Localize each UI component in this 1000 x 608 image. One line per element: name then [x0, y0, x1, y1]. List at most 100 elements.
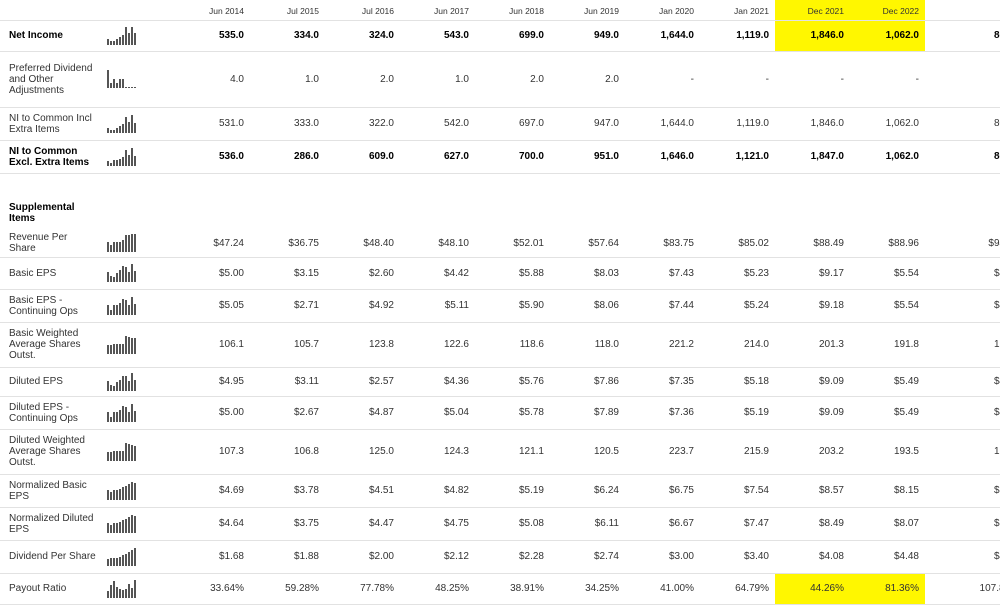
- sparkline-cell: [100, 474, 175, 508]
- value-cell: 535.0: [175, 20, 250, 52]
- value-cell: 1,846.0: [775, 107, 850, 141]
- value-cell: $2.71: [250, 289, 325, 323]
- value-cell: 41.00%: [625, 573, 700, 605]
- sparkline-bar: [134, 155, 136, 166]
- sparkline-cell: [100, 429, 175, 475]
- value-cell: 201.3: [775, 322, 850, 368]
- sparkline-bar: [128, 443, 130, 461]
- sparkline-bar: [128, 154, 130, 166]
- sparkline-bar: [122, 450, 124, 461]
- value-cell: $85.02: [700, 230, 775, 258]
- value-cell: 324.0: [325, 20, 400, 52]
- period-header: Jun 2019: [550, 0, 625, 21]
- sparkline-bar: [125, 588, 127, 598]
- value-cell: 1.0: [250, 51, 325, 108]
- sparkline-bar: [134, 32, 136, 45]
- sparkline-bar: [122, 554, 124, 566]
- value-cell: $3.11: [250, 367, 325, 397]
- sparkline-bar: [116, 242, 118, 253]
- sparkline-bar: [107, 127, 109, 133]
- sparkline-bar: [134, 303, 136, 315]
- value-cell: $3.40: [700, 540, 775, 574]
- value-cell: 124.3: [400, 429, 475, 475]
- table-row: Diluted EPS $4.95 $3.11 $2.57 $4.36 $5.76 $7.8…: [0, 367, 1000, 397]
- sparkline-bar: [128, 121, 130, 133]
- row-label: Basic Weighted Average Shares Outst.: [0, 322, 100, 368]
- value-cell: $5.18: [700, 367, 775, 397]
- sparkline-bar: [122, 34, 124, 45]
- row-label: Preferred Dividend and Other Adjustments: [0, 51, 100, 108]
- value-cell: $57.64: [550, 230, 625, 258]
- sparkline-bar: [107, 70, 109, 88]
- value-cell: $4.21: [925, 289, 1000, 323]
- period-header: Jun 2018: [475, 0, 550, 21]
- value-cell: $2.60: [325, 257, 400, 290]
- value-cell: 190.4: [925, 322, 1000, 368]
- section-heading: Supplemental Items: [9, 202, 75, 224]
- sparkline-bar: [134, 122, 136, 133]
- value-cell: 1,119.0: [700, 20, 775, 52]
- sparkline-bar: [110, 557, 112, 566]
- value-cell: $2.67: [250, 396, 325, 430]
- sparkline-bar: [116, 343, 118, 354]
- value-cell: $5.00: [175, 257, 250, 290]
- sparkline-bar: [131, 549, 133, 566]
- table-row: Preferred Dividend and Other Adjustments…: [0, 51, 1000, 108]
- header-row: Jun 2014 Jul 2015 Jul 2016 Jun 2017 Jun 2018…: [0, 0, 1000, 21]
- value-cell: 48.25%: [400, 573, 475, 605]
- sparkline-cell: [100, 140, 175, 174]
- sparkline-bar: [113, 304, 115, 315]
- value-cell: $2.00: [325, 540, 400, 574]
- sparkline-bar: [131, 403, 133, 422]
- sparkline-cell: [100, 230, 175, 258]
- sparkline-cell: [100, 289, 175, 323]
- period-header: Dec 2022: [850, 0, 925, 21]
- sparkline-bar: [107, 272, 109, 282]
- sparkline-bar: [119, 158, 121, 166]
- value-cell: $8.06: [550, 289, 625, 323]
- sparkline: [107, 264, 175, 282]
- value-cell: $48.40: [325, 230, 400, 258]
- value-cell: 33.64%: [175, 573, 250, 605]
- value-cell: $8.03: [550, 257, 625, 290]
- value-cell: $5.00: [175, 396, 250, 430]
- sparkline: [107, 114, 175, 133]
- value-cell: 105.7: [250, 322, 325, 368]
- value-cell: 193.5: [850, 429, 925, 475]
- sparkline-bar: [122, 405, 124, 422]
- sparkline-bar: [125, 235, 127, 253]
- sparkline-bar: [122, 589, 124, 598]
- financials-table: Jun 2014 Jul 2015 Jul 2016 Jun 2017 Jun 2018…: [0, 0, 1000, 605]
- value-cell: 77.78%: [325, 573, 400, 605]
- sparkline-bar: [110, 276, 112, 282]
- sparkline-bar: [116, 450, 118, 461]
- value-cell: 64.79%: [700, 573, 775, 605]
- value-cell: $7.35: [625, 367, 700, 397]
- sparkline-bar: [122, 240, 124, 253]
- value-cell: 123.8: [325, 322, 400, 368]
- sparkline-bar: [125, 299, 127, 315]
- period-header: Jun 2014: [175, 0, 250, 21]
- sparkline-bar: [116, 557, 118, 566]
- value-cell: $9.09: [775, 396, 850, 430]
- sparkline-bar: [119, 556, 121, 566]
- sparkline-bar: [107, 242, 109, 253]
- value-cell: 333.0: [250, 107, 325, 141]
- sparkline-bar: [125, 116, 127, 133]
- sparkline-bar: [122, 266, 124, 282]
- sparkline-bar: [131, 296, 133, 315]
- sparkline-bar: [134, 579, 136, 598]
- row-label: Dividend Per Share: [0, 540, 100, 574]
- value-cell: $88.49: [775, 230, 850, 258]
- sparkline-bar: [116, 83, 118, 88]
- sparkline-bar: [131, 514, 133, 533]
- value-cell: 120.5: [550, 429, 625, 475]
- sparkline-cell: [100, 51, 175, 108]
- sparkline-bar: [134, 337, 136, 354]
- sparkline-bar: [125, 442, 127, 461]
- value-cell: 1,646.0: [625, 140, 700, 174]
- sparkline-cell: [100, 396, 175, 430]
- value-cell: $4.64: [175, 507, 250, 541]
- sparkline-bar: [134, 547, 136, 566]
- sparkline-bar: [131, 444, 133, 461]
